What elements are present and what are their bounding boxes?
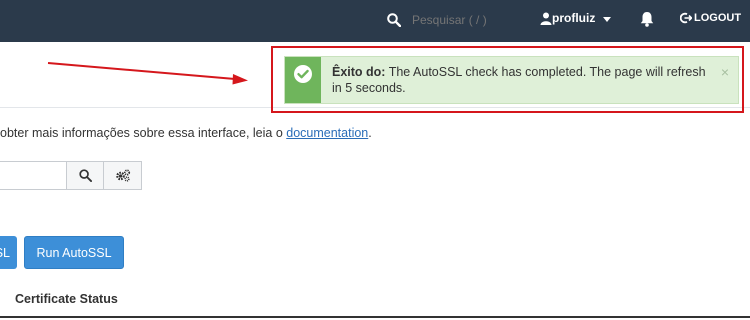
notifications-button[interactable] <box>640 11 654 32</box>
search-input[interactable] <box>412 13 532 27</box>
user-menu[interactable]: profluiz <box>540 11 612 25</box>
check-circle-icon <box>294 65 312 83</box>
annotation-arrow <box>47 62 248 85</box>
gears-icon <box>115 169 130 182</box>
documentation-link[interactable]: documentation <box>286 126 368 140</box>
search-icon <box>78 169 92 182</box>
intro-suffix: . <box>368 126 372 140</box>
username-label: profluiz <box>552 11 596 25</box>
filter-group <box>0 161 142 190</box>
logout-label: LOGOUT <box>694 12 742 24</box>
settings-button[interactable] <box>104 161 142 190</box>
filter-search-button[interactable] <box>67 161 104 190</box>
global-search[interactable] <box>387 11 532 29</box>
search-icon <box>387 13 401 27</box>
bell-icon <box>640 12 654 27</box>
close-icon[interactable]: × <box>721 64 729 80</box>
intro-text: obter mais informações sobre essa interf… <box>0 126 372 140</box>
caret-down-icon <box>603 16 612 22</box>
notice-title: Êxito do: <box>332 65 386 79</box>
table-header-rule <box>0 316 750 318</box>
notice-icon-box <box>285 57 321 103</box>
user-icon <box>540 12 552 25</box>
logout-icon <box>680 12 692 24</box>
logout-button[interactable]: LOGOUT <box>680 12 741 24</box>
partial-ssl-button[interactable]: SL <box>0 236 17 269</box>
intro-sentence: obter mais informações sobre essa interf… <box>0 126 287 140</box>
notice-message: Êxito do: The AutoSSL check has complete… <box>332 64 707 96</box>
run-autossl-button[interactable]: Run AutoSSL <box>24 236 124 269</box>
column-header-certificate-status[interactable]: Certificate Status <box>15 292 118 306</box>
notice-body: The AutoSSL check has completed. The pag… <box>332 65 706 95</box>
filter-input[interactable] <box>0 161 67 190</box>
success-notice: Êxito do: The AutoSSL check has complete… <box>284 56 739 104</box>
